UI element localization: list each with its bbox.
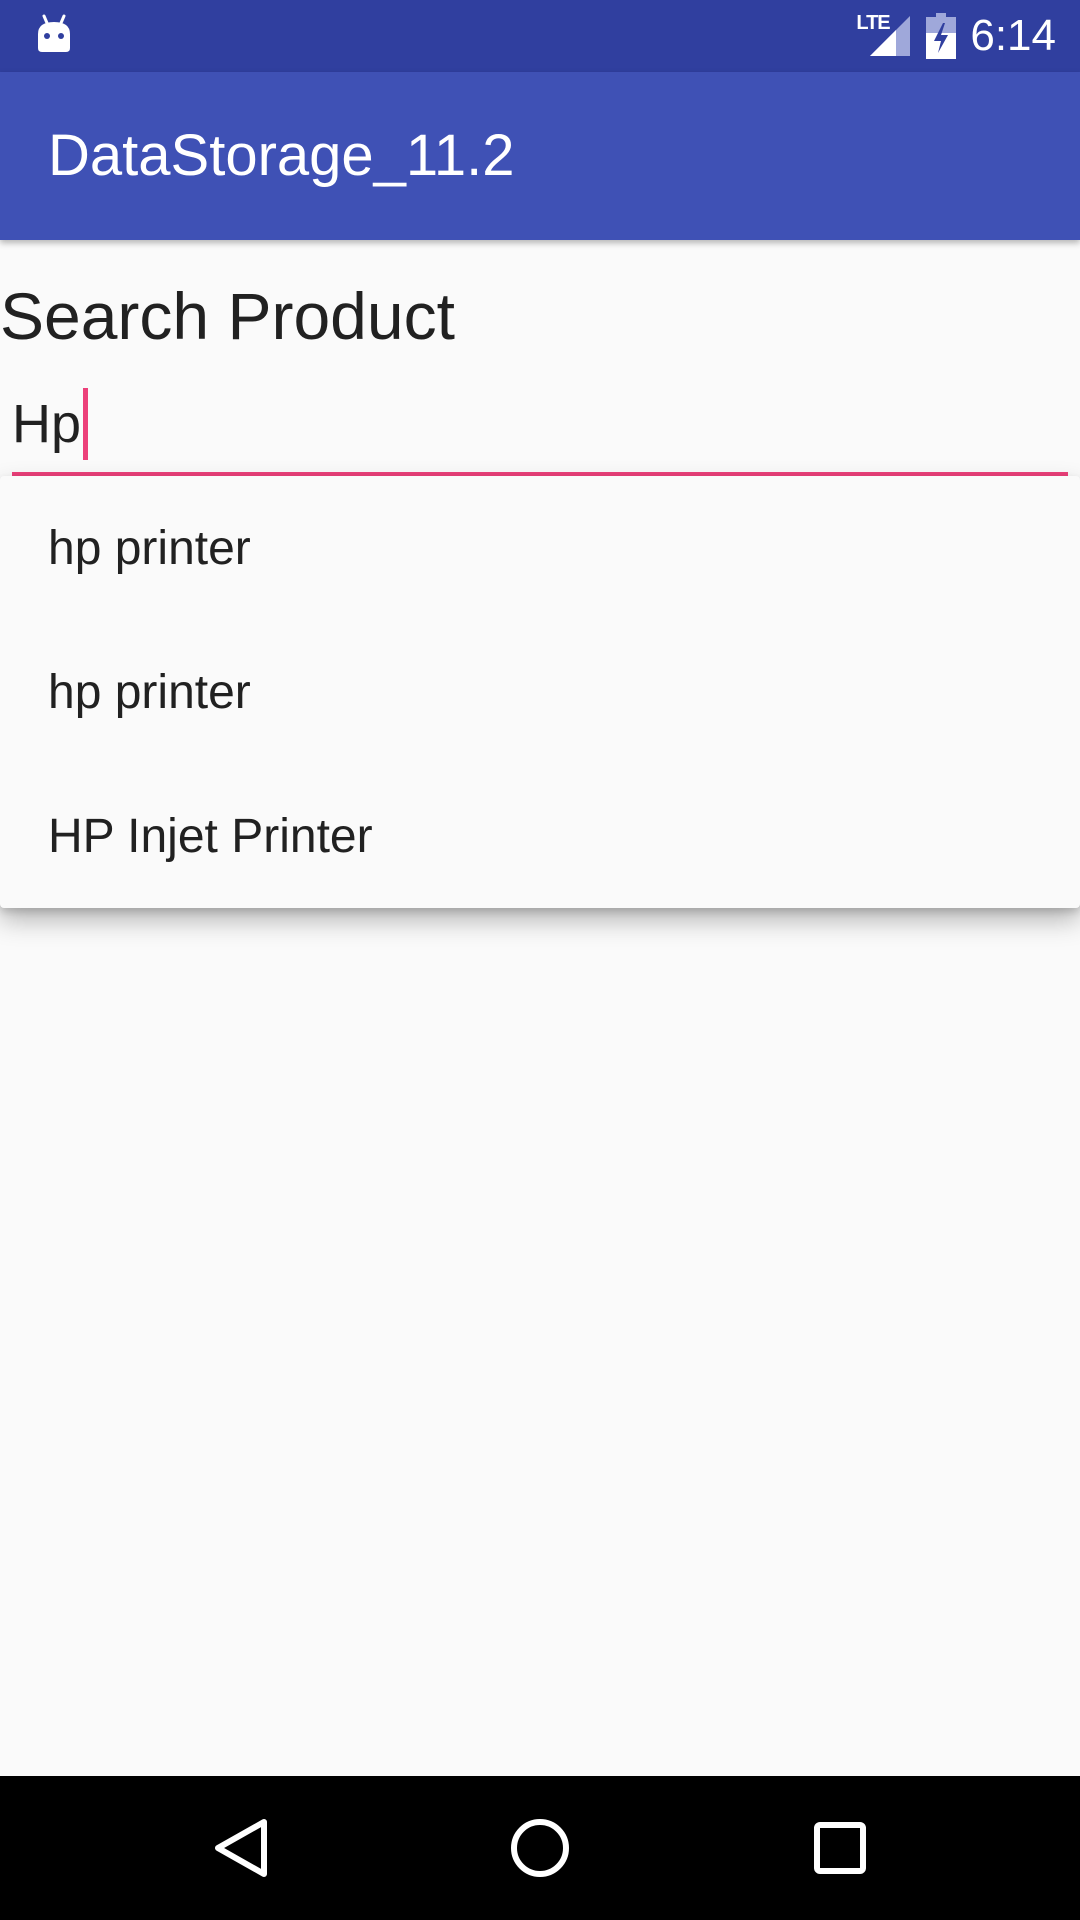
home-button[interactable] [460, 1776, 620, 1920]
app-bar: DataStorage_11.2 [0, 72, 1080, 240]
page-heading: Search Product [0, 279, 455, 353]
text-cursor [83, 388, 89, 460]
search-input-value: Hp [12, 394, 82, 454]
autocomplete-dropdown: hp printer hp printer HP Injet Printer [0, 476, 1080, 908]
android-notification-icon [38, 14, 70, 52]
status-bar: LTE 6:14 [0, 0, 1080, 72]
suggestion-label: hp printer [48, 665, 251, 719]
suggestion-label: hp printer [48, 521, 251, 575]
screen: LTE 6:14 DataStorage_11.2 Search Product… [0, 0, 1080, 1920]
recents-button[interactable] [760, 1776, 920, 1920]
back-icon [215, 1819, 267, 1877]
back-button[interactable] [160, 1776, 320, 1920]
status-icons: LTE 6:14 [856, 0, 1056, 72]
search-input[interactable]: Hp [12, 380, 1068, 477]
suggestion-label: HP Injet Printer [48, 809, 373, 863]
lte-signal-icon: LTE [856, 12, 912, 58]
suggestion-item[interactable]: HP Injet Printer [0, 764, 1080, 908]
suggestion-item[interactable]: hp printer [0, 620, 1080, 764]
app-title: DataStorage_11.2 [48, 123, 515, 188]
suggestion-item[interactable]: hp printer [0, 476, 1080, 620]
navigation-bar [0, 1776, 1080, 1920]
battery-charging-icon [926, 13, 957, 59]
home-icon [511, 1819, 569, 1877]
recents-icon [814, 1822, 866, 1874]
search-input-value-container: Hp [12, 388, 89, 460]
status-time: 6:14 [970, 11, 1056, 60]
